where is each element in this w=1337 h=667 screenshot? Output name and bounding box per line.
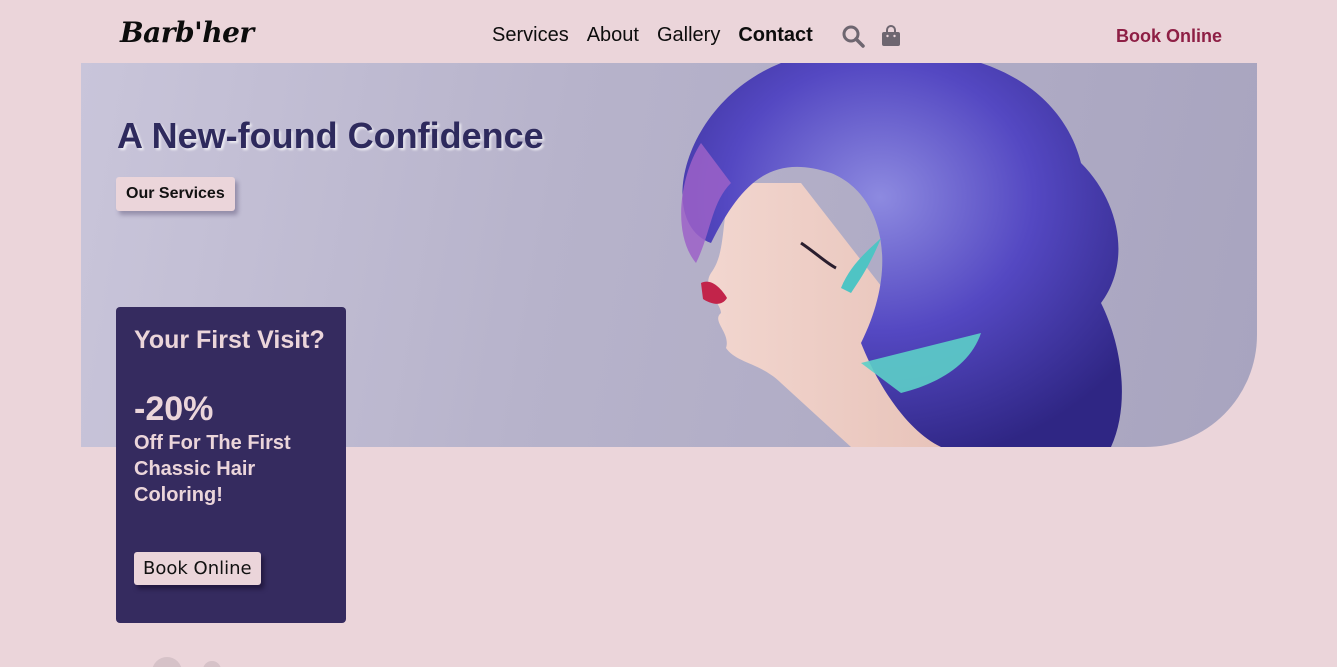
nav-contact[interactable]: Contact — [738, 24, 812, 47]
nav-gallery[interactable]: Gallery — [657, 24, 720, 47]
nav-about[interactable]: About — [587, 24, 639, 47]
promo-book-online-button[interactable]: Book Online — [134, 552, 261, 585]
our-services-button[interactable]: Our Services — [116, 177, 235, 211]
promo-discount: -20% — [134, 390, 214, 428]
hero-title: A New-found Confidence — [117, 115, 544, 156]
site-header: Barb'her Services About Gallery Contact … — [0, 0, 1337, 63]
promo-text: Off For The First Chassic Hair Coloring! — [134, 432, 291, 506]
search-icon[interactable] — [841, 24, 865, 48]
page: Barb'her Services About Gallery Contact … — [0, 0, 1337, 667]
main-nav: Services About Gallery Contact — [492, 24, 813, 47]
promo-heading: Your First Visit? — [134, 326, 325, 354]
shopping-bag-icon[interactable] — [879, 24, 903, 48]
promo-card: Your First Visit? -20% Off For The First… — [116, 307, 346, 623]
brand-logo[interactable]: Barb'her — [120, 16, 254, 49]
carousel-indicators[interactable] — [150, 656, 230, 667]
book-online-link[interactable]: Book Online — [1116, 26, 1222, 47]
nav-services[interactable]: Services — [492, 24, 569, 47]
